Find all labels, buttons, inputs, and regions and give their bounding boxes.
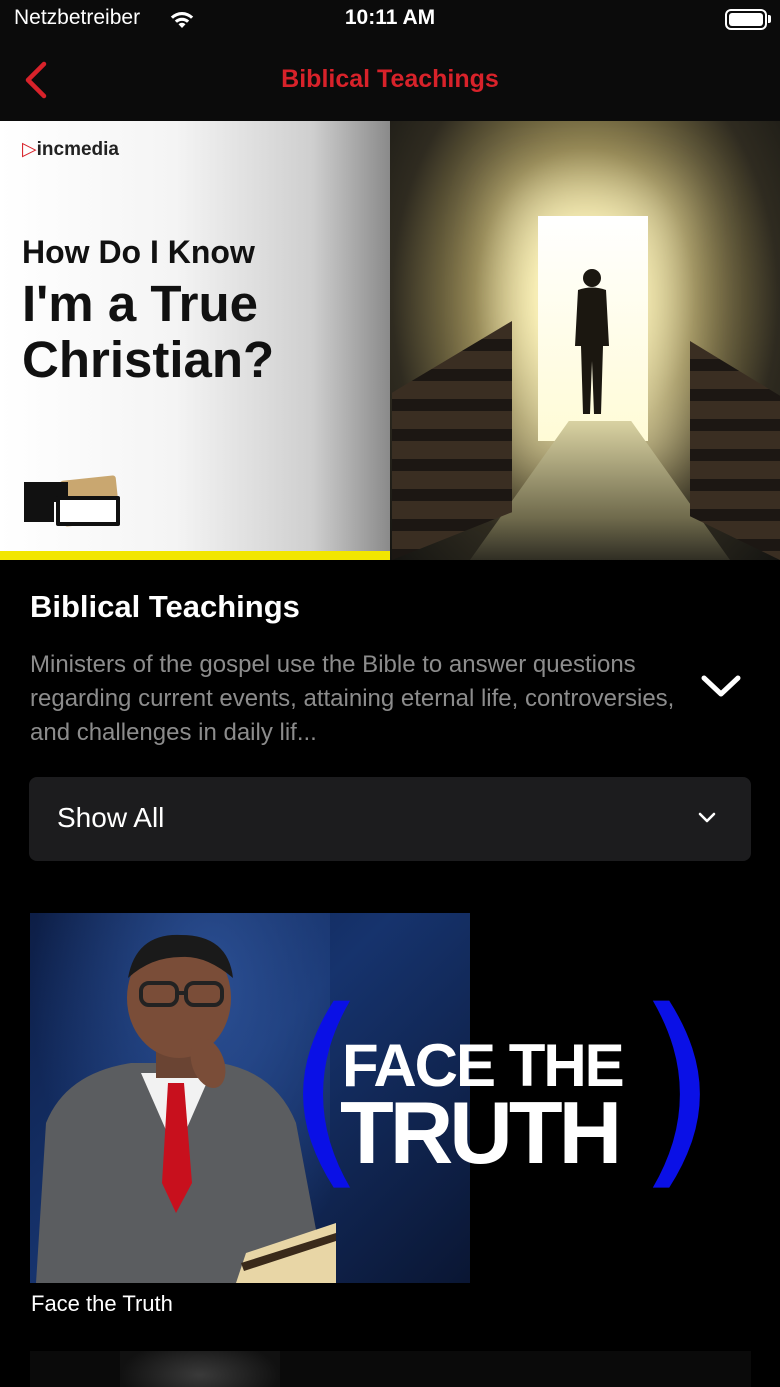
status-time: 10:11 AM [344, 6, 436, 29]
program-card[interactable]: ( ) FACE THE TRUTH [30, 913, 751, 1283]
card-caption[interactable]: Face the Truth [31, 1291, 173, 1317]
section-title: Biblical Teachings [30, 589, 300, 624]
battery-cap [768, 15, 771, 23]
play-mark-icon: ▷ [22, 139, 37, 160]
hero-headline-line3: Christian? [22, 331, 275, 388]
card-thumbnail-partial [120, 1351, 280, 1387]
chevron-down-icon [698, 812, 716, 823]
hero-headline-line1: How Do I Know [22, 234, 255, 270]
card-title-line2: TRUTH [340, 1083, 622, 1182]
incmedia-logo-text: incmedia [36, 139, 119, 160]
filter-selected-value: Show All [57, 802, 165, 833]
hero-headline-line2: I'm a True [22, 275, 259, 332]
hero-person-silhouette [575, 269, 609, 414]
battery-icon [725, 9, 767, 30]
expand-description-button[interactable] [700, 670, 742, 702]
program-card-next[interactable] [30, 1351, 751, 1387]
right-parenthesis-graphic: ) [636, 965, 718, 1210]
filter-dropdown[interactable]: Show All [29, 777, 751, 861]
hero-stripe [0, 551, 390, 560]
incmedia-logo: ▷incmedia [22, 138, 119, 161]
nav-bar: Biblical Teachings [0, 40, 780, 121]
thats-in-the-bible-logo [24, 475, 120, 527]
section-description: Ministers of the gospel use the Bible to… [30, 651, 675, 746]
page-title: Biblical Teachings [281, 65, 499, 93]
status-bar: Netzbetreiber 10:11 AM [0, 0, 780, 40]
